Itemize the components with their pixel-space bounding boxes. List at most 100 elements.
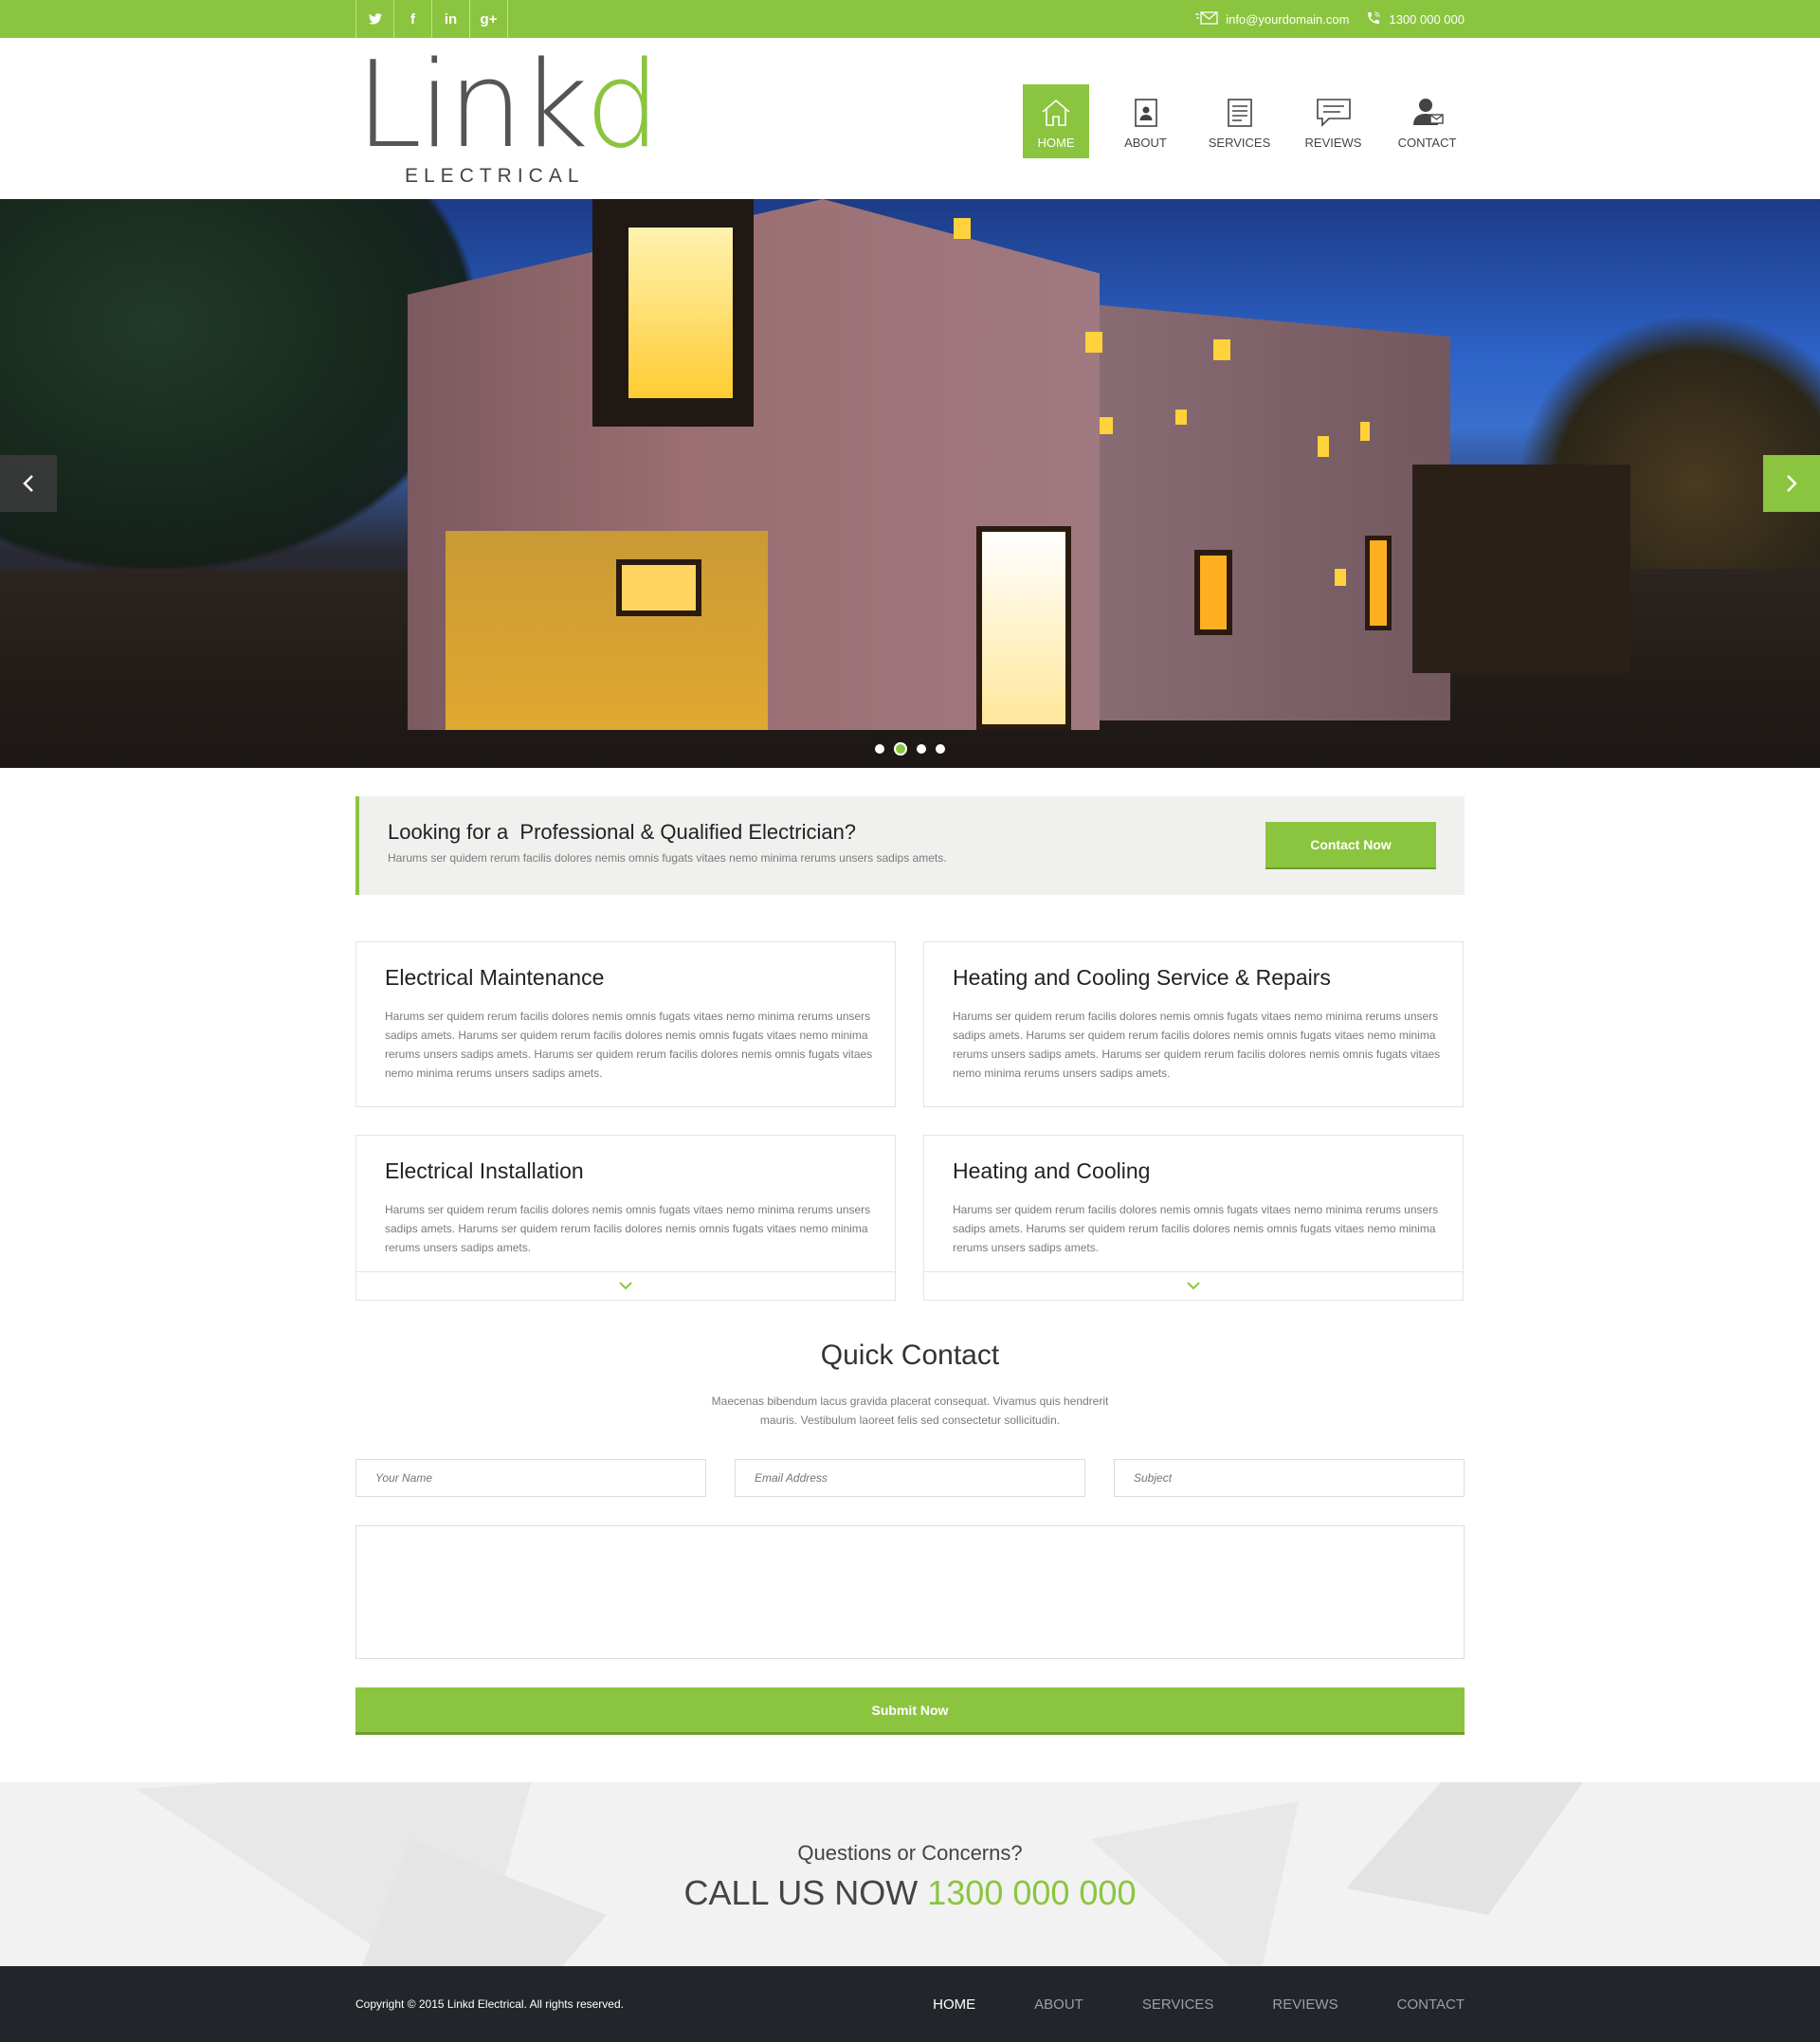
footer-nav-about[interactable]: ABOUT bbox=[1034, 1996, 1083, 2013]
hero-house-wing bbox=[1081, 303, 1450, 720]
phone-text: 1300 000 000 bbox=[1389, 11, 1465, 27]
service-title: Electrical Installation bbox=[385, 1158, 584, 1183]
nav-item-about[interactable]: ABOUT bbox=[1108, 84, 1183, 158]
hero-annex bbox=[1412, 465, 1630, 673]
call-us-line: CALL US NOW 1300 000 000 bbox=[0, 1873, 1820, 1913]
chevron-down-icon bbox=[619, 1282, 632, 1290]
logo[interactable]: Linkd ELECTRICAL bbox=[355, 46, 661, 192]
service-text: Harums ser quidem rerum facilis dolores … bbox=[953, 1010, 1441, 1080]
footer: Copyright © 2015 Linkd Electrical. All r… bbox=[0, 1966, 1820, 2042]
logo-subtitle: ELECTRICAL bbox=[405, 165, 585, 187]
chevron-left-icon bbox=[23, 475, 33, 492]
contact-info: info@yourdomain.com 1300 000 000 bbox=[1195, 0, 1465, 38]
nav-item-reviews[interactable]: REVIEWS bbox=[1296, 84, 1371, 158]
nav-item-services[interactable]: SERVICES bbox=[1202, 84, 1277, 158]
contact-now-button[interactable]: Contact Now bbox=[1265, 822, 1436, 869]
service-card-heating-cooling: Heating and Cooling Harums ser quidem re… bbox=[923, 1135, 1464, 1301]
email-contact[interactable]: info@yourdomain.com bbox=[1195, 10, 1350, 27]
submit-button[interactable]: Submit Now bbox=[355, 1687, 1465, 1735]
service-card-electrical-maintenance: Electrical Maintenance Harums ser quidem… bbox=[355, 941, 896, 1107]
service-text: Harums ser quidem rerum facilis dolores … bbox=[385, 1010, 873, 1080]
service-title: Heating and Cooling bbox=[953, 1158, 1151, 1183]
call-band: Questions or Concerns? CALL US NOW 1300 … bbox=[0, 1782, 1820, 1966]
nav-label-reviews: REVIEWS bbox=[1304, 136, 1362, 150]
hero-side-window bbox=[1365, 536, 1392, 630]
social-links: f in g+ bbox=[355, 0, 508, 38]
top-bar: f in g+ info@yourdomain.com 1300 000 000 bbox=[0, 0, 1820, 38]
user-mail-icon bbox=[1412, 99, 1444, 125]
expand-toggle[interactable] bbox=[924, 1271, 1463, 1300]
logo-wordmark-main: Link bbox=[355, 35, 589, 174]
footer-nav-reviews[interactable]: REVIEWS bbox=[1272, 1996, 1338, 2013]
hero-small-window bbox=[1335, 569, 1346, 586]
mail-icon bbox=[1195, 10, 1218, 27]
quick-contact-text: Maecenas bibendum lacus gravida placerat… bbox=[711, 1395, 1109, 1427]
footer-nav-contact[interactable]: CONTACT bbox=[1397, 1996, 1465, 2013]
hero-small-window bbox=[1213, 339, 1230, 360]
name-input[interactable] bbox=[355, 1459, 706, 1497]
logo-wordmark: Linkd bbox=[355, 46, 661, 165]
chat-icon bbox=[1316, 99, 1351, 127]
hero-slider bbox=[0, 199, 1820, 768]
slider-prev-button[interactable] bbox=[0, 455, 57, 512]
slider-next-button[interactable] bbox=[1763, 455, 1820, 512]
logo-wordmark-accent: d bbox=[585, 35, 661, 174]
nav-item-contact[interactable]: CONTACT bbox=[1390, 84, 1465, 158]
main-nav: HOME ABOUT SERVICES REVIEWS CONTACT bbox=[1023, 84, 1465, 158]
email-text: info@yourdomain.com bbox=[1226, 11, 1350, 27]
hero-small-window bbox=[1085, 332, 1102, 353]
call-us-prefix: CALL US NOW bbox=[683, 1873, 919, 1912]
hero-small-window bbox=[1175, 410, 1187, 425]
email-input[interactable] bbox=[735, 1459, 1085, 1497]
slider-dot[interactable] bbox=[917, 744, 926, 754]
hero-small-window bbox=[1100, 417, 1113, 434]
quick-contact-title: Quick Contact bbox=[820, 1340, 1000, 1371]
nav-label-home: HOME bbox=[1037, 136, 1075, 150]
subject-input[interactable] bbox=[1114, 1459, 1465, 1497]
chevron-down-icon bbox=[1187, 1282, 1200, 1290]
phone-contact[interactable]: 1300 000 000 bbox=[1366, 10, 1465, 28]
nav-label-about: ABOUT bbox=[1124, 136, 1167, 150]
service-text: Harums ser quidem rerum facilis dolores … bbox=[385, 1203, 871, 1254]
chevron-right-icon bbox=[1787, 475, 1797, 492]
twitter-icon[interactable] bbox=[356, 0, 394, 38]
facebook-icon[interactable]: f bbox=[394, 0, 432, 38]
document-icon bbox=[1227, 99, 1252, 127]
hero-small-window bbox=[1360, 422, 1370, 441]
promo-banner: Looking for a Professional & Qualified E… bbox=[355, 796, 1465, 895]
hero-porch-window bbox=[616, 559, 701, 616]
slider-dot-active[interactable] bbox=[894, 742, 907, 756]
service-text: Harums ser quidem rerum facilis dolores … bbox=[953, 1203, 1439, 1254]
footer-nav-home[interactable]: HOME bbox=[933, 1996, 975, 2013]
nav-item-home[interactable]: HOME bbox=[1023, 84, 1089, 158]
phone-icon bbox=[1366, 10, 1381, 28]
slider-dots bbox=[875, 742, 945, 756]
footer-nav: HOME ABOUT SERVICES REVIEWS CONTACT bbox=[933, 1966, 1465, 2042]
expand-toggle[interactable] bbox=[356, 1271, 895, 1300]
promo-text: Harums ser quidem rerum facilis dolores … bbox=[388, 851, 947, 865]
service-card-electrical-installation: Electrical Installation Harums ser quide… bbox=[355, 1135, 896, 1301]
slider-dot[interactable] bbox=[875, 744, 884, 754]
hero-door bbox=[976, 526, 1071, 730]
nav-label-contact: CONTACT bbox=[1397, 136, 1457, 150]
message-textarea[interactable] bbox=[355, 1525, 1465, 1659]
questions-heading: Questions or Concerns? bbox=[797, 1841, 1023, 1865]
header: Linkd ELECTRICAL HOME ABOUT SERVICES REV… bbox=[0, 38, 1820, 199]
profile-icon bbox=[1134, 99, 1157, 127]
call-us-number[interactable]: 1300 000 000 bbox=[927, 1873, 1136, 1912]
hero-small-window bbox=[1318, 436, 1329, 457]
service-card-heating-cooling-repairs: Heating and Cooling Service & Repairs Ha… bbox=[923, 941, 1464, 1107]
nav-label-services: SERVICES bbox=[1208, 136, 1271, 150]
hero-big-window bbox=[592, 199, 754, 427]
google-plus-icon[interactable]: g+ bbox=[470, 0, 508, 38]
slider-dot[interactable] bbox=[936, 744, 945, 754]
copyright: Copyright © 2015 Linkd Electrical. All r… bbox=[355, 1997, 624, 2011]
footer-nav-services[interactable]: SERVICES bbox=[1142, 1996, 1214, 2013]
home-icon bbox=[1042, 99, 1070, 126]
linkedin-icon[interactable]: in bbox=[432, 0, 470, 38]
hero-side-window bbox=[1194, 550, 1232, 635]
hero-trees-left bbox=[0, 199, 474, 569]
service-title: Electrical Maintenance bbox=[385, 965, 605, 990]
service-title: Heating and Cooling Service & Repairs bbox=[953, 965, 1331, 990]
hero-porch bbox=[446, 531, 768, 730]
